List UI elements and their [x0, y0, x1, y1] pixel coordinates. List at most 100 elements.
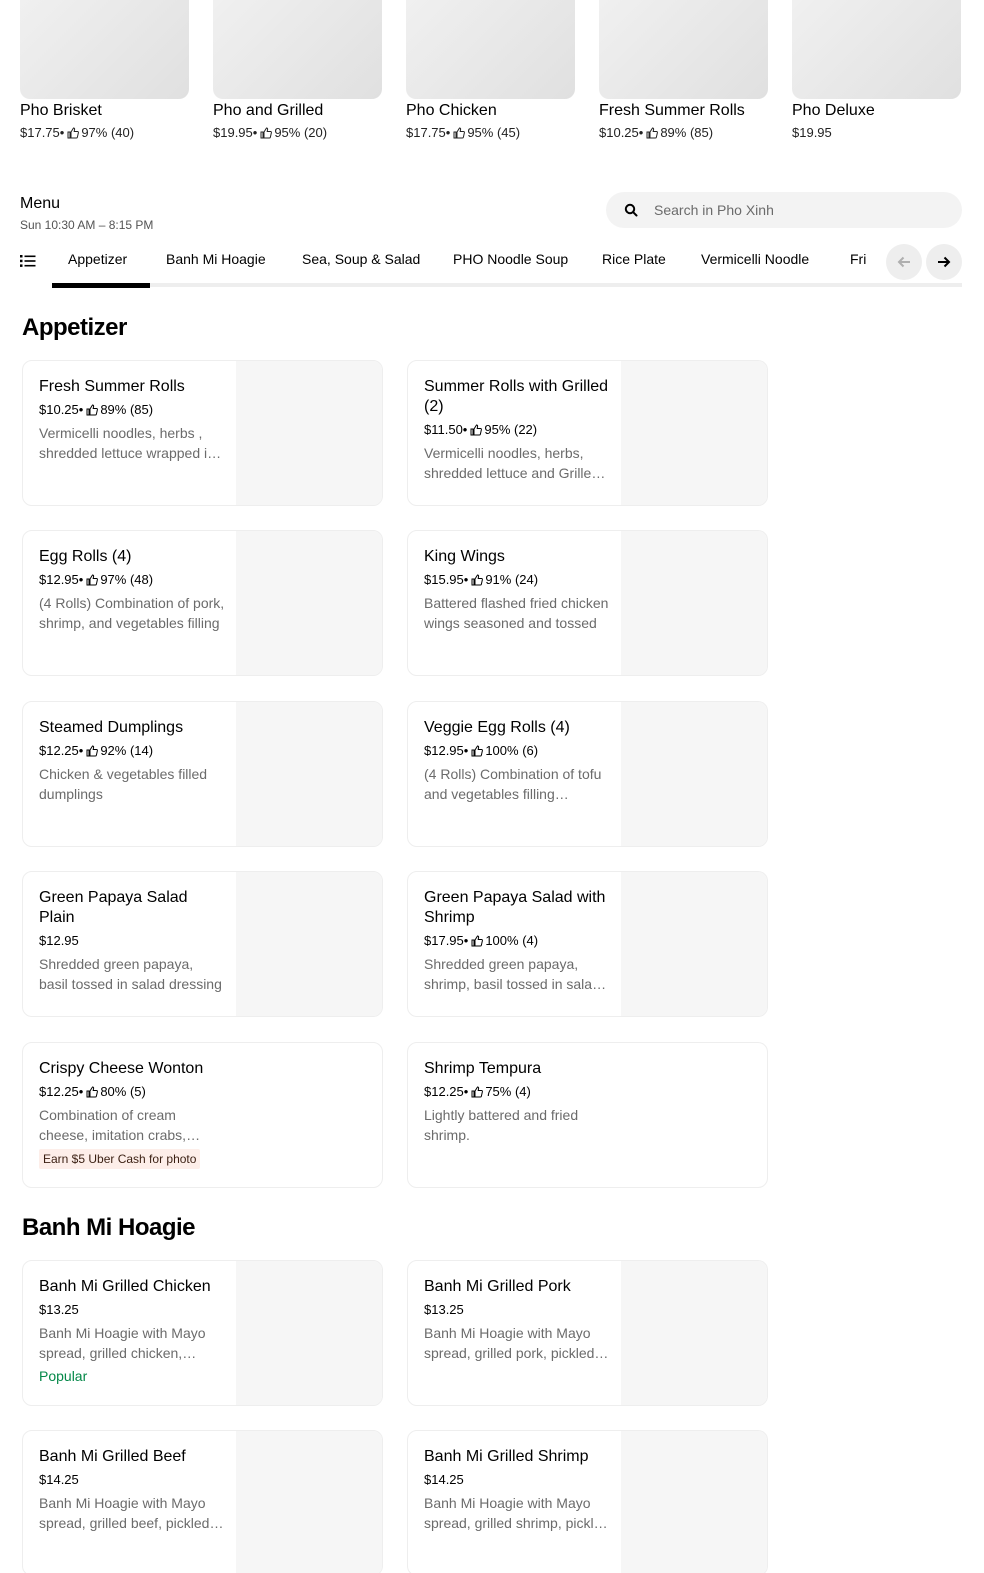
featured-item[interactable]: Pho Chicken $17.75 • 95% (45) [406, 0, 575, 142]
menu-item-name: Steamed Dumplings [39, 719, 184, 736]
featured-item[interactable]: Pho Brisket $17.75 • 97% (40) [20, 0, 189, 142]
menu-item-card[interactable]: Banh Mi Grilled Beef $14.25 Banh Mi Hoag… [22, 1430, 383, 1573]
menu-item-rating: 100% (4) [485, 933, 539, 948]
search-input[interactable] [654, 202, 934, 218]
menu-item-card[interactable]: Egg Rolls (4) $12.95 • 97% (48) (4 Rolls… [22, 530, 383, 676]
menu-item-description: Banh Mi Hoagie with Mayo spread, grilled… [39, 1495, 210, 1531]
featured-item-rating: 97% (40) [81, 125, 135, 140]
featured-item[interactable]: Fresh Summer Rolls $10.25 • 89% (85) [599, 0, 768, 142]
thumbs-up-icon [470, 424, 483, 436]
uber-cash-promo-badge: Earn $5 Uber Cash for photo [39, 1149, 201, 1169]
menu-item-meta: $17.95 • 100% (4) [424, 933, 539, 948]
menu-item-price: $13.25 [39, 1302, 79, 1317]
menu-item-rating: 97% (48) [100, 572, 154, 587]
menu-item-price: $12.25 [424, 1084, 464, 1099]
menu-item-card[interactable]: Banh Mi Grilled Shrimp $14.25 Banh Mi Ho… [407, 1430, 768, 1573]
menu-item-card[interactable]: Veggie Egg Rolls (4) $12.95 • 100% (6) (… [407, 701, 768, 847]
menu-item-price: $12.25 [39, 1084, 79, 1099]
tab-rice-plate[interactable]: Rice Plate [586, 242, 682, 284]
featured-item-price: $10.25 [599, 125, 639, 140]
menu-item-name: Summer Rolls with Grilled (2) [424, 378, 609, 415]
tab-appetizer[interactable]: Appetizer [52, 242, 143, 284]
featured-item-meta: $19.95 • 95% (20) [213, 125, 328, 140]
featured-item-image [20, 0, 189, 99]
featured-item-image [406, 0, 575, 99]
menu-item-meta: $15.95 • 91% (24) [424, 572, 539, 587]
menu-item-image [621, 531, 767, 675]
section-title-appetizer: Appetizer [22, 314, 127, 341]
menu-item-description: Banh Mi Hoagie with Mayo spread, grilled… [39, 1325, 206, 1361]
menu-item-image [621, 872, 767, 1016]
menu-item-card[interactable]: Green Papaya Salad with Shrimp $17.95 • … [407, 871, 768, 1017]
featured-item[interactable]: Pho and Grilled $19.95 • 95% (20) [213, 0, 382, 142]
menu-item-card[interactable]: Crispy Cheese Wonton $12.25 • 80% (5) Co… [22, 1042, 383, 1188]
menu-item-info: Green Papaya Salad with Shrimp $17.95 • … [424, 888, 610, 994]
menu-item-image [236, 872, 382, 1016]
menu-item-card[interactable]: Banh Mi Grilled Pork $13.25 Banh Mi Hoag… [407, 1260, 768, 1406]
menu-item-name: Banh Mi Grilled Pork [424, 1278, 571, 1295]
menu-item-image [621, 702, 767, 846]
thumbs-up-icon [453, 127, 466, 139]
menu-item-image [236, 531, 382, 675]
menu-item-rating: 91% (24) [485, 572, 539, 587]
thumbs-up-icon [471, 574, 484, 586]
menu-item-meta: $12.95 • 97% (48) [39, 572, 154, 587]
menu-item-info: Crispy Cheese Wonton $12.25 • 80% (5) Co… [39, 1059, 225, 1169]
menu-item-image [236, 361, 382, 505]
menu-item-card[interactable]: King Wings $15.95 • 91% (24) Battered fl… [407, 530, 768, 676]
scroll-right-button[interactable] [926, 244, 962, 280]
featured-item[interactable]: Pho Deluxe $19.95 [792, 0, 961, 142]
tab-fried[interactable]: Fri [834, 242, 882, 284]
featured-item-meta: $17.75 • 97% (40) [20, 125, 135, 140]
menu-item-meta: $11.50 • 95% (22) [424, 422, 538, 437]
menu-item-price: $12.25 [39, 743, 79, 758]
menu-item-card[interactable]: Banh Mi Grilled Chicken $13.25 Banh Mi H… [22, 1260, 383, 1406]
section-title-banh-mi-hoagie: Banh Mi Hoagie [22, 1214, 196, 1241]
menu-item-image [621, 1431, 767, 1573]
menu-item-rating: 92% (14) [100, 743, 154, 758]
list-icon[interactable] [20, 254, 36, 268]
featured-item-image [213, 0, 382, 99]
featured-item-name: Pho Chicken [406, 102, 497, 119]
menu-item-info: Summer Rolls with Grilled (2) $11.50 • 9… [424, 377, 610, 483]
menu-item-card[interactable]: Steamed Dumplings $12.25 • 92% (14) Chic… [22, 701, 383, 847]
tab-sea-soup-salad[interactable]: Sea, Soup & Salad [286, 242, 436, 284]
arrow-right-icon [938, 256, 951, 268]
tab-pho-noodle-soup[interactable]: PHO Noodle Soup [437, 242, 584, 284]
category-tabs: Appetizer Banh Mi Hoagie Sea, Soup & Sal… [20, 242, 962, 290]
menu-item-info: Banh Mi Grilled Shrimp $14.25 Banh Mi Ho… [424, 1447, 610, 1533]
menu-item-card[interactable]: Summer Rolls with Grilled (2) $11.50 • 9… [407, 360, 768, 506]
menu-item-meta: $14.25 [39, 1471, 225, 1489]
menu-item-image [236, 1261, 382, 1405]
menu-item-image [236, 702, 382, 846]
menu-item-description: Banh Mi Hoagie with Mayo spread, grilled… [424, 1495, 610, 1531]
menu-item-description: Vermicelli noodles, herbs, shredded lett… [424, 445, 600, 481]
popular-tag: Popular [39, 1368, 88, 1384]
menu-item-meta: $12.25 • 80% (5) [39, 1084, 146, 1099]
featured-item-price: $17.75 [20, 125, 60, 140]
menu-item-info: Banh Mi Grilled Pork $13.25 Banh Mi Hoag… [424, 1277, 610, 1363]
featured-item-price: $17.75 [406, 125, 446, 140]
tab-vermicelli-noodle[interactable]: Vermicelli Noodle [685, 242, 825, 284]
menu-item-meta: $12.95 • 100% (6) [424, 743, 539, 758]
featured-item-rating: 95% (20) [274, 125, 328, 140]
tab-banh-mi-hoagie[interactable]: Banh Mi Hoagie [150, 242, 282, 284]
menu-item-meta: $10.25 • 89% (85) [39, 402, 154, 417]
menu-item-name: Crispy Cheese Wonton [39, 1060, 204, 1077]
featured-item-rating: 89% (85) [660, 125, 714, 140]
featured-item-price: $19.95 [792, 125, 832, 140]
search-bar[interactable] [606, 192, 962, 228]
menu-item-name: Green Papaya Salad Plain [39, 889, 188, 926]
arrow-left-icon [897, 256, 910, 268]
menu-item-info: Green Papaya Salad Plain $12.95 Shredded… [39, 888, 225, 994]
featured-item-image [792, 0, 961, 99]
menu-item-info: King Wings $15.95 • 91% (24) Battered fl… [424, 547, 610, 633]
menu-item-rating: 80% (5) [100, 1084, 146, 1099]
menu-item-card[interactable]: Fresh Summer Rolls $10.25 • 89% (85) Ver… [22, 360, 383, 506]
menu-item-info: Banh Mi Grilled Chicken $13.25 Banh Mi H… [39, 1277, 225, 1385]
scroll-left-button[interactable] [886, 244, 922, 280]
menu-item-card[interactable]: Shrimp Tempura $12.25 • 75% (4) Lightly … [407, 1042, 768, 1188]
menu-item-card[interactable]: Green Papaya Salad Plain $12.95 Shredded… [22, 871, 383, 1017]
menu-item-rating: 75% (4) [485, 1084, 531, 1099]
menu-item-image [621, 361, 767, 505]
